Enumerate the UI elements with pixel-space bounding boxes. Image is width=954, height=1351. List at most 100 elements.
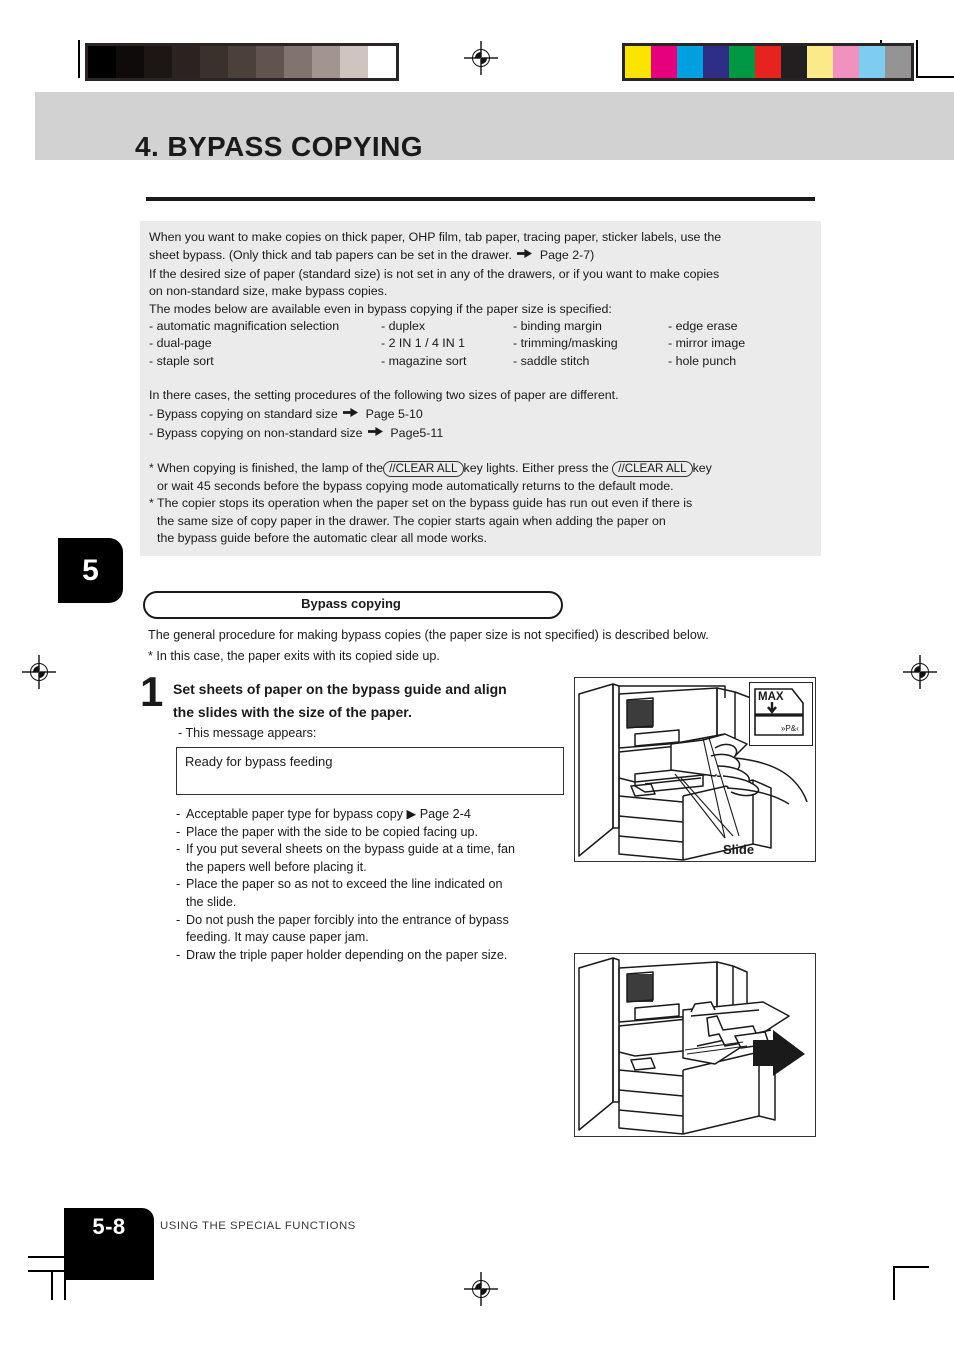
bottom-right-crop-mark-v bbox=[893, 1266, 895, 1300]
bullet-dash: - bbox=[176, 877, 181, 892]
control-panel-message-box: Ready for bypass feeding bbox=[176, 747, 564, 795]
max-inset-mark: »P&‹ bbox=[781, 724, 799, 733]
title-underline-rule bbox=[146, 197, 815, 201]
intro-para2-line1: If the desired size of paper (standard s… bbox=[149, 266, 720, 281]
mode-item: - hole punch bbox=[668, 353, 737, 368]
mode-item: - duplex bbox=[381, 319, 426, 334]
color-calibration-wedge bbox=[622, 43, 914, 81]
color-patch bbox=[781, 46, 807, 78]
color-patch bbox=[625, 46, 651, 78]
color-patch bbox=[703, 46, 729, 78]
intro-para1-line1: When you want to make copies on thick pa… bbox=[149, 230, 722, 244]
mode-item: - mirror image bbox=[668, 336, 746, 351]
bottom-left-crop-mark-h2 bbox=[28, 1270, 66, 1272]
intro-note1-part-b: key lights. Either press the bbox=[463, 461, 609, 476]
bullet-text: If you put several sheets on the bypass … bbox=[186, 842, 516, 857]
intro-text-block: When you want to make copies on thick pa… bbox=[149, 229, 813, 548]
step-bullet-item: - Do not push the paper forcibly into the… bbox=[176, 912, 564, 930]
color-patch bbox=[651, 46, 677, 78]
mode-item: - dual-page bbox=[149, 336, 212, 351]
bullet-text: feeding. It may cause paper jam. bbox=[186, 930, 369, 945]
intro-note2-line1: * The copier stops its operation when th… bbox=[149, 496, 693, 511]
intro-para3: The modes below are available even in by… bbox=[149, 301, 612, 316]
intro-note1-part-c: key bbox=[692, 461, 712, 476]
intro-note2-line2: the same size of copy paper in the drawe… bbox=[157, 513, 666, 528]
gray-patch bbox=[172, 46, 200, 78]
step-bullet-list: - Acceptable paper type for bypass copy ▶… bbox=[176, 806, 564, 964]
registration-mark-left bbox=[22, 655, 56, 689]
bullet-text: Draw the triple paper holder depending o… bbox=[186, 947, 508, 962]
page-ref-arrow-icon bbox=[517, 246, 533, 263]
step-bullet-item: the slide. bbox=[176, 894, 564, 912]
intro-para1-page-ref: Page 2-7) bbox=[539, 248, 595, 263]
clear-all-key-badge: //CLEAR ALL bbox=[383, 461, 464, 478]
mode-item: - magazine sort bbox=[381, 353, 467, 368]
mode-item: - saddle stitch bbox=[513, 353, 590, 368]
bullet-dash: - bbox=[176, 807, 181, 821]
right-trim-rule-outer bbox=[916, 40, 918, 78]
step-title-line1: Set sheets of paper on the bypass guide … bbox=[173, 681, 507, 697]
section-lead-line1: The general procedure for making bypass … bbox=[148, 628, 709, 642]
step-number: 1 bbox=[140, 668, 164, 715]
gray-patch bbox=[200, 46, 228, 78]
step-bullet-item: - Place the paper so as not to exceed the… bbox=[176, 876, 564, 894]
page-title: 4. BYPASS COPYING bbox=[135, 131, 423, 162]
gray-patch bbox=[284, 46, 312, 78]
chapter-tab: 5 bbox=[58, 538, 123, 603]
mode-item: - edge erase bbox=[668, 319, 738, 334]
bullet-text: Acceptable paper type for bypass copy ▶ … bbox=[186, 807, 471, 821]
max-line-inset: MAX »P&‹ bbox=[749, 682, 813, 746]
color-patch bbox=[729, 46, 755, 78]
color-patch bbox=[833, 46, 859, 78]
step-bullet-item: feeding. It may cause paper jam. bbox=[176, 929, 564, 947]
registration-mark-bottom bbox=[464, 1272, 498, 1306]
bullet-text: the slide. bbox=[186, 894, 237, 909]
intro-note1-line2: or wait 45 seconds before the bypass cop… bbox=[157, 478, 674, 493]
bullet-text: Place the paper so as not to exceed the … bbox=[186, 877, 503, 892]
mode-item: - automatic magnification selection bbox=[149, 319, 340, 334]
intro-para4: In there cases, the setting procedures o… bbox=[149, 388, 619, 403]
intro-ref1-page: Page 5-10 bbox=[365, 406, 423, 421]
page-ref-arrow-icon bbox=[367, 424, 383, 441]
left-trim-rule bbox=[78, 40, 80, 78]
intro-ref2-text: - Bypass copying on non-standard size bbox=[149, 426, 363, 441]
max-inset-label: MAX bbox=[758, 691, 784, 703]
intro-note1-part-a: * When copying is finished, the lamp of … bbox=[149, 461, 384, 476]
bullet-dash bbox=[176, 859, 186, 877]
section-lead-text: The general procedure for making bypass … bbox=[148, 625, 828, 667]
gray-patch bbox=[256, 46, 284, 78]
step-message-caption: - This message appears: bbox=[178, 726, 317, 740]
mode-item: - binding margin bbox=[513, 319, 602, 334]
bullet-dash bbox=[176, 929, 186, 947]
step-title-line2: the slides with the size of the paper. bbox=[173, 703, 412, 720]
bullet-dash: - bbox=[176, 824, 181, 839]
section-heading-label: Bypass copying bbox=[301, 595, 401, 611]
bullet-dash bbox=[176, 894, 186, 912]
control-panel-message-text: Ready for bypass feeding bbox=[185, 754, 333, 769]
supported-modes-grid: - automatic magnification selection - dup… bbox=[149, 318, 813, 370]
step-bullet-item: the papers well before placing it. bbox=[176, 859, 564, 877]
section-lead-line2: * In this case, the paper exits with its… bbox=[148, 649, 440, 663]
color-patch bbox=[885, 46, 911, 78]
gray-patch bbox=[88, 46, 116, 78]
bullet-text: Place the paper with the side to be copi… bbox=[186, 824, 478, 839]
intro-para2-line2: on non-standard size, make bypass copies… bbox=[149, 284, 388, 299]
registration-mark-top bbox=[464, 41, 498, 75]
step-title: Set sheets of paper on the bypass guide … bbox=[173, 678, 571, 723]
gray-patch bbox=[228, 46, 256, 78]
gray-patch bbox=[116, 46, 144, 78]
color-patch bbox=[755, 46, 781, 78]
clear-all-key-badge: //CLEAR ALL bbox=[612, 461, 693, 478]
gray-patch bbox=[368, 46, 396, 78]
mode-item: - 2 IN 1 / 4 IN 1 bbox=[381, 336, 466, 351]
intro-note1-line1: * When copying is finished, the lamp of … bbox=[149, 460, 813, 478]
bullet-dash: - bbox=[176, 842, 181, 857]
figure-extend-triple-paper-holder bbox=[574, 953, 816, 1137]
bullet-dash: - bbox=[176, 947, 181, 962]
intro-ref2-page: Page5-11 bbox=[390, 426, 444, 441]
step-bullet-item: - Draw the triple paper holder depending … bbox=[176, 947, 564, 965]
gray-patch bbox=[144, 46, 172, 78]
bullet-text: Do not push the paper forcibly into the … bbox=[186, 912, 509, 927]
color-patch bbox=[807, 46, 833, 78]
gray-patch bbox=[312, 46, 340, 78]
